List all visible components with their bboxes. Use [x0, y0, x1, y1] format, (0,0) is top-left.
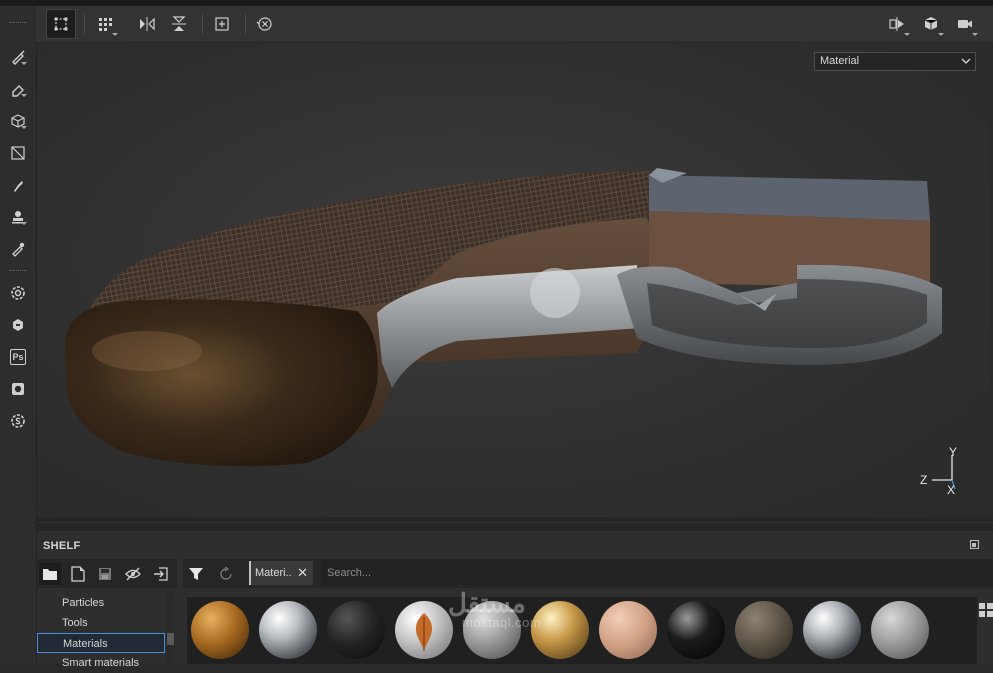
refresh-button[interactable] [215, 563, 237, 585]
leaf-icon [415, 613, 433, 651]
material-thumb-concrete[interactable] [871, 601, 929, 659]
material-thumb-chrome[interactable] [259, 601, 317, 659]
plus-square-icon [215, 17, 229, 31]
undock-icon[interactable] [970, 540, 979, 549]
split-view-button[interactable] [882, 9, 912, 39]
s-badge-icon [11, 414, 25, 428]
video-camera-icon [958, 20, 972, 28]
selection-icon [54, 17, 68, 31]
panel-splitter[interactable] [37, 517, 993, 531]
material-thumb-gold-mesh[interactable] [191, 601, 249, 659]
color-picker-tool[interactable] [7, 238, 29, 260]
viewport-toolbar [36, 6, 993, 43]
chevron-down-icon [961, 58, 971, 64]
polygon-fill-tool[interactable] [7, 142, 29, 164]
active-filter-tag[interactable]: Materi.. ✕ [249, 561, 313, 585]
gear-s-icon [11, 286, 25, 300]
mirror-horizontal-icon [140, 17, 155, 31]
eye-hidden-icon [125, 567, 141, 581]
eyedropper-icon [12, 242, 25, 257]
lens-icon [12, 383, 24, 395]
filter-button[interactable] [185, 563, 207, 585]
new-document-icon [71, 566, 85, 582]
reset-icon [256, 17, 272, 31]
pistol-grip-model[interactable] [37, 43, 990, 517]
close-icon[interactable]: ✕ [297, 561, 308, 585]
mirror-vertical-icon [172, 16, 186, 31]
watermark-arabic: مستقل [448, 588, 526, 618]
material-thumb-leaf-decal[interactable] [395, 601, 453, 659]
grip-dots [9, 22, 27, 25]
eraser-tool[interactable] [7, 78, 29, 100]
category-smart-materials[interactable]: Smart materials [37, 653, 165, 673]
camera-plugin-button[interactable] [7, 378, 29, 400]
smudge-tool[interactable] [7, 174, 29, 196]
add-layer-button[interactable] [207, 9, 237, 39]
tool-sidebar: Ps [0, 6, 37, 664]
3d-view-button[interactable] [916, 9, 946, 39]
photoshop-icon: Ps [10, 349, 26, 365]
refresh-icon [220, 566, 232, 580]
axis-x-label: X [947, 483, 956, 497]
import-button[interactable] [150, 563, 172, 585]
hexagon-icon [13, 319, 23, 331]
grid-button[interactable] [90, 9, 120, 39]
reset-camera-button[interactable] [250, 9, 280, 39]
mirror-y-button[interactable] [164, 9, 194, 39]
display-mode-select[interactable]: Material [814, 52, 976, 71]
photoshop-button[interactable]: Ps [7, 346, 29, 368]
watermark: مستقل mostaql.com [448, 588, 541, 630]
grid-dots-icon [99, 18, 112, 31]
material-thumb-steel[interactable] [803, 601, 861, 659]
filter-tag-label: Materi.. [255, 567, 292, 579]
axis-z-label: Z [920, 473, 928, 487]
folder-icon [43, 569, 57, 580]
new-shelf-button[interactable] [67, 563, 89, 585]
material-thumbnails [187, 597, 977, 664]
save-shelf-button[interactable] [94, 563, 116, 585]
hide-button[interactable] [122, 563, 144, 585]
axis-y-label: Y [949, 445, 958, 459]
shelf-left-toolbar [37, 559, 177, 588]
funnel-icon [189, 568, 203, 580]
category-particles[interactable]: Particles [37, 593, 165, 613]
import-icon [154, 567, 168, 581]
paint-brush-tool[interactable] [7, 46, 29, 68]
clone-tool[interactable] [7, 206, 29, 228]
selection-mode-button[interactable] [46, 9, 76, 39]
polygon-fill-icon [11, 146, 25, 160]
substance-plugin-button[interactable] [7, 314, 29, 336]
material-thumb-rough-stone[interactable] [735, 601, 793, 659]
smudge-icon [14, 181, 23, 192]
shelf-title: SHELF [43, 540, 81, 552]
shelf-divider[interactable] [177, 559, 183, 664]
projection-tool[interactable] [7, 110, 29, 132]
material-thumb-glossy-black[interactable] [667, 601, 725, 659]
shelf-filter-toolbar: Materi.. ✕ [183, 559, 993, 588]
display-mode-value: Material [820, 55, 860, 67]
grid-view-icon[interactable] [979, 603, 993, 617]
material-thumb-skin[interactable] [599, 601, 657, 659]
category-scrollbar[interactable] [166, 593, 175, 664]
bake-plugin-button[interactable] [7, 282, 29, 304]
search-input[interactable] [321, 561, 993, 585]
category-tools[interactable]: Tools [37, 613, 165, 633]
folder-button[interactable] [39, 563, 61, 585]
category-materials[interactable]: Materials [37, 633, 165, 653]
material-thumb-black-plastic[interactable] [327, 601, 385, 659]
shelf-category-list: Particles Tools Materials Smart material… [37, 593, 165, 669]
substance-share-button[interactable] [7, 410, 29, 432]
grip-dots [9, 270, 27, 273]
save-disk-icon [99, 568, 111, 580]
camera-button[interactable] [950, 9, 980, 39]
watermark-latin: mostaql.com [462, 615, 542, 630]
mirror-x-button[interactable] [132, 9, 162, 39]
split-view-icon [889, 17, 904, 31]
cube-icon [924, 17, 938, 30]
3d-viewport[interactable]: Material Y Z X [37, 43, 990, 517]
